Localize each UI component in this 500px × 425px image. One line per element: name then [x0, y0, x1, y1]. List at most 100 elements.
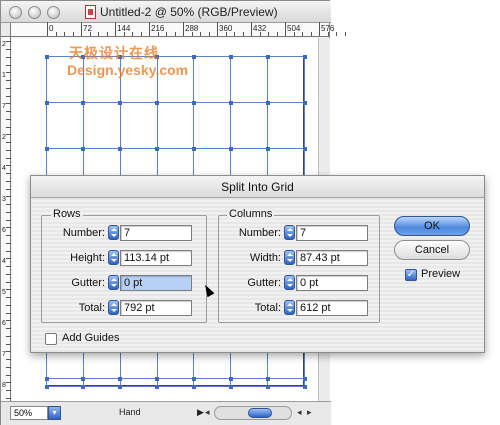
dialog-titlebar[interactable]: Split Into Grid — [31, 176, 484, 198]
rows-gutter-stepper[interactable] — [108, 275, 119, 290]
grid-anchor-point[interactable] — [81, 100, 86, 105]
cancel-button[interactable]: Cancel — [394, 240, 470, 260]
ruler-left-label: 8 — [2, 382, 6, 389]
grid-anchor-point[interactable] — [44, 376, 49, 381]
scroll-left-small-icon[interactable]: ◂ — [205, 407, 210, 418]
ruler-left-tick — [6, 165, 11, 166]
grid-anchor-point[interactable] — [81, 376, 86, 381]
grid-anchor-point[interactable] — [191, 54, 196, 59]
grid-anchor-point[interactable] — [302, 384, 307, 389]
window-titlebar[interactable]: Untitled-2 @ 50% (RGB/Preview) — [1, 1, 331, 23]
grid-anchor-point[interactable] — [81, 384, 86, 389]
grid-anchor-point[interactable] — [118, 146, 123, 151]
ruler-left-tick — [6, 227, 11, 228]
ruler-left-tick — [6, 181, 11, 182]
scroll-left-icon[interactable]: ◂ — [297, 407, 302, 418]
grid-anchor-point[interactable] — [302, 54, 307, 59]
watermark-chinese: 天极设计在线 — [69, 45, 159, 61]
ruler-top-tick — [225, 32, 227, 36]
columns-gutter-stepper[interactable] — [284, 275, 295, 290]
grid-anchor-point[interactable] — [118, 384, 123, 389]
ruler-left-tick — [6, 57, 11, 58]
zoom-window-button[interactable] — [47, 6, 60, 19]
ruler-top-tick — [234, 32, 235, 36]
columns-gutter-field[interactable]: 0 pt — [296, 275, 368, 291]
rows-total-field[interactable]: 792 pt — [120, 300, 192, 316]
ruler-left-tick — [6, 297, 11, 298]
status-menu-arrow-icon[interactable]: ▶ — [197, 407, 204, 418]
ruler-left-tick — [6, 251, 11, 252]
grid-anchor-point[interactable] — [155, 384, 160, 389]
grid-anchor-point[interactable] — [265, 54, 270, 59]
grid-anchor-point[interactable] — [191, 100, 196, 105]
grid-anchor-point[interactable] — [44, 146, 49, 151]
ruler-left-tick — [6, 289, 11, 290]
grid-anchor-point[interactable] — [228, 376, 233, 381]
ruler-left-label: 1 — [2, 72, 6, 79]
grid-anchor-point[interactable] — [228, 146, 233, 151]
grid-anchor-point[interactable] — [191, 384, 196, 389]
rows-height-field[interactable]: 113.14 pt — [120, 250, 192, 266]
grid-anchor-point[interactable] — [228, 100, 233, 105]
ruler-top-tick — [81, 22, 82, 36]
ruler-origin[interactable] — [1, 23, 11, 37]
rows-number-field[interactable]: 7 — [120, 225, 192, 241]
grid-anchor-point[interactable] — [44, 384, 49, 389]
ruler-top-tick — [217, 22, 218, 36]
grid-anchor-point[interactable] — [302, 146, 307, 151]
ok-button[interactable]: OK — [394, 216, 470, 236]
rows-gutter-field[interactable]: 0 pt — [120, 275, 192, 291]
columns-width-stepper[interactable] — [284, 250, 295, 265]
grid-anchor-point[interactable] — [155, 146, 160, 151]
columns-width-field[interactable]: 87.43 pt — [296, 250, 368, 266]
status-bar: 50% ▾ Hand ▶ ◂ ◂ ▸ — [1, 401, 331, 425]
ruler-top-tick — [115, 22, 116, 36]
grid-anchor-point[interactable] — [155, 100, 160, 105]
ruler-top-tick — [106, 32, 108, 36]
rows-number-stepper[interactable] — [108, 225, 119, 240]
grid-anchor-point[interactable] — [191, 146, 196, 151]
rows-height-stepper[interactable] — [108, 250, 119, 265]
horizontal-ruler[interactable]: 0 72 144 216 288 360 432 504 576 — [11, 22, 346, 37]
zoom-dropdown-button[interactable]: ▾ — [48, 406, 61, 420]
grid-anchor-point[interactable] — [191, 376, 196, 381]
grid-anchor-point[interactable] — [302, 100, 307, 105]
grid-anchor-point[interactable] — [265, 384, 270, 389]
grid-anchor-point[interactable] — [118, 376, 123, 381]
ruler-left-tick — [6, 305, 11, 306]
preview-checkbox[interactable]: ✓ — [405, 269, 417, 281]
vertical-ruler[interactable]: 2 1 7 2 4 3 6 4 5 6 7 8 — [1, 37, 11, 407]
horizontal-scroll-thumb[interactable] — [248, 408, 272, 418]
ruler-top-tick — [319, 22, 320, 36]
minimize-window-button[interactable] — [28, 6, 41, 19]
add-guides-checkbox[interactable] — [45, 333, 57, 345]
rows-total-stepper[interactable] — [108, 300, 119, 315]
grid-anchor-point[interactable] — [265, 100, 270, 105]
add-guides-label[interactable]: Add Guides — [62, 332, 119, 344]
ruler-left-tick — [6, 336, 11, 337]
horizontal-scrollbar[interactable] — [214, 406, 292, 420]
columns-total-field[interactable]: 612 pt — [296, 300, 368, 316]
ruler-left-tick — [6, 367, 11, 368]
scroll-right-icon[interactable]: ▸ — [307, 407, 312, 418]
ruler-left-tick — [6, 359, 11, 360]
columns-number-stepper[interactable] — [284, 225, 295, 240]
zoom-field[interactable]: 50% — [10, 406, 48, 420]
grid-anchor-point[interactable] — [155, 376, 160, 381]
grid-anchor-point[interactable] — [81, 146, 86, 151]
columns-number-field[interactable]: 7 — [296, 225, 368, 241]
preview-label[interactable]: Preview — [421, 268, 460, 280]
ruler-left-tick — [6, 65, 11, 66]
grid-anchor-point[interactable] — [265, 376, 270, 381]
grid-anchor-point[interactable] — [44, 54, 49, 59]
grid-anchor-point[interactable] — [228, 384, 233, 389]
columns-total-stepper[interactable] — [284, 300, 295, 315]
grid-anchor-point[interactable] — [265, 146, 270, 151]
grid-anchor-point[interactable] — [228, 54, 233, 59]
close-window-button[interactable] — [9, 6, 22, 19]
grid-anchor-point[interactable] — [302, 376, 307, 381]
grid-anchor-point[interactable] — [118, 100, 123, 105]
status-tool-label[interactable]: Hand — [119, 407, 141, 417]
grid-anchor-point[interactable] — [44, 100, 49, 105]
ruler-top-tick — [293, 32, 295, 36]
